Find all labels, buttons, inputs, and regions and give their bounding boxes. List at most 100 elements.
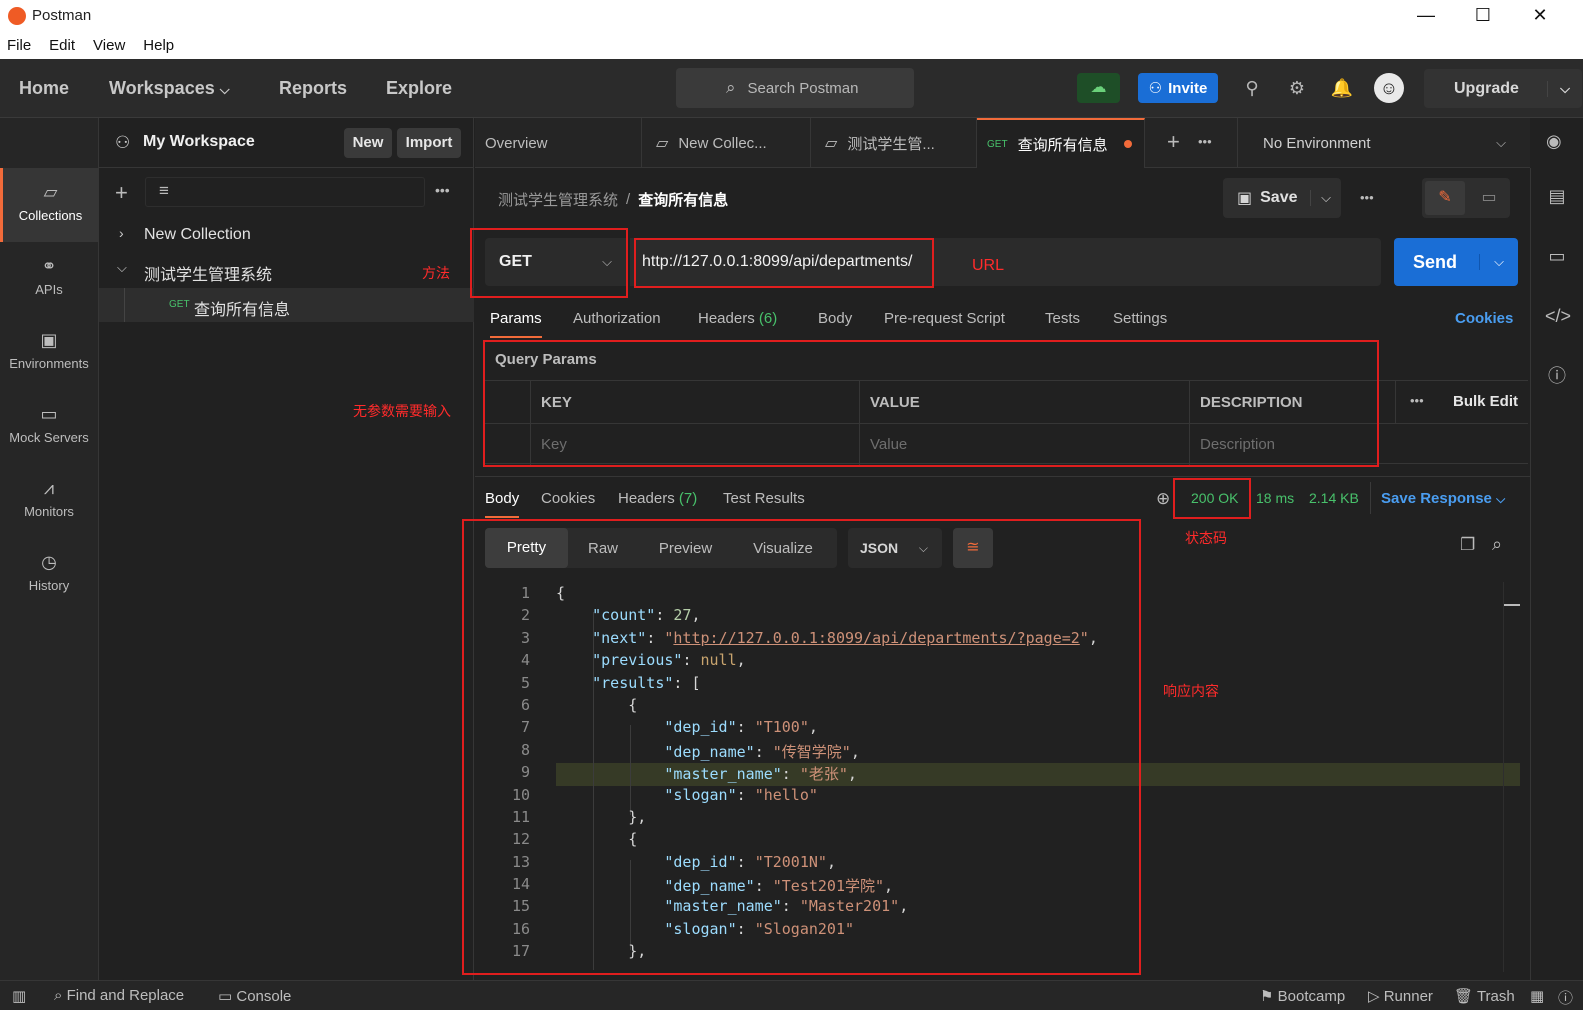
comment-icon[interactable]: ▭ — [1472, 181, 1506, 215]
response-tab-cookies[interactable]: Cookies — [541, 490, 595, 507]
tab-body[interactable]: Body — [818, 310, 852, 327]
tab-overview[interactable]: Overview — [475, 118, 642, 168]
search-icon[interactable]: ⌕ — [1492, 534, 1502, 555]
toggle-sidebar-icon[interactable]: ▥ — [12, 987, 26, 1005]
console-button[interactable]: ▭ Console — [218, 987, 291, 1005]
add-collection-icon[interactable]: + — [115, 180, 128, 206]
cookies-link[interactable]: Cookies — [1455, 310, 1513, 327]
more-tabs-icon[interactable]: ••• — [1198, 134, 1212, 149]
comments-icon[interactable]: ▭ — [1545, 244, 1569, 268]
tab-student-system[interactable]: ▱ 测试学生管... — [811, 118, 977, 168]
sidebar: ⚇ My Workspace New Import + ≡ ••• › New … — [99, 118, 474, 980]
globe-icon[interactable]: ⊕ — [1156, 489, 1170, 509]
save-button[interactable]: ▣ Save ⌵ — [1223, 178, 1341, 218]
chevron-right-icon: › — [119, 225, 124, 241]
mode-toggle: ✎ ▭ — [1422, 178, 1510, 218]
tab-query-all[interactable]: GET 查询所有信息 — [977, 118, 1145, 168]
response-time[interactable]: 18 ms — [1256, 490, 1294, 506]
tab-headers[interactable]: Headers (6) — [698, 310, 777, 327]
tab-new-collection[interactable]: ▱ New Collec... — [642, 118, 811, 168]
edit-pencil-icon[interactable]: ✎ — [1425, 181, 1465, 215]
more-options-icon[interactable]: ••• — [1410, 393, 1424, 408]
nav-home[interactable]: Home — [19, 78, 69, 99]
gear-icon[interactable]: ⚙ — [1285, 76, 1309, 100]
nav-workspaces[interactable]: Workspaces ⌵ — [109, 78, 230, 99]
maximize-button[interactable]: ☐ — [1463, 4, 1503, 28]
layout-icon[interactable]: ▦ — [1530, 987, 1544, 1005]
bell-icon[interactable]: 🔔 — [1330, 76, 1354, 100]
upgrade-button[interactable]: Upgrade ⌵ — [1424, 69, 1582, 108]
satellite-icon[interactable]: ⚲ — [1240, 76, 1264, 100]
search-input[interactable]: ⌕ Search Postman — [676, 68, 914, 108]
workspace-bar: ⚇ My Workspace New Import — [99, 118, 474, 168]
scrollbar-thumb[interactable] — [1504, 604, 1520, 606]
user-icon: ⚇ — [115, 133, 131, 152]
response-size[interactable]: 2.14 KB — [1309, 490, 1359, 506]
trash-button[interactable]: 🗑 Trash — [1454, 987, 1515, 1005]
annotation-box-url — [634, 238, 934, 288]
rail-history[interactable]: ◷ History — [0, 538, 98, 612]
tab-tests[interactable]: Tests — [1045, 310, 1080, 327]
avatar[interactable]: ☺ — [1374, 73, 1404, 103]
tab-params[interactable]: Params — [490, 310, 542, 338]
tab-authorization[interactable]: Authorization — [573, 310, 661, 327]
code-scrollbar[interactable] — [1503, 582, 1519, 972]
environment-select[interactable]: No Environment ⌵ — [1237, 118, 1530, 168]
collection-icon: ▱ — [825, 135, 838, 152]
rail-label: Collections — [18, 208, 83, 223]
search-icon: ⌕ — [54, 987, 63, 1004]
response-tab-headers-label: Headers — [618, 490, 675, 507]
code-icon[interactable]: </> — [1545, 304, 1571, 328]
rail-mock-servers[interactable]: ▭ Mock Servers — [0, 390, 98, 464]
nav-explore[interactable]: Explore — [386, 78, 452, 99]
close-button[interactable]: ✕ — [1520, 4, 1560, 28]
tab-pre-request-script[interactable]: Pre-request Script — [884, 310, 1005, 327]
documentation-icon[interactable]: ▤ — [1545, 184, 1569, 208]
minimize-button[interactable]: — — [1406, 4, 1446, 28]
response-tab-body[interactable]: Body — [485, 490, 520, 518]
breadcrumb-parent[interactable]: 测试学生管理系统 — [498, 189, 618, 210]
menu-file[interactable]: File — [7, 37, 31, 54]
eye-icon[interactable]: ◉ — [1546, 131, 1562, 152]
response-tab-test-results[interactable]: Test Results — [723, 490, 805, 507]
new-tab-icon[interactable]: + — [1167, 129, 1180, 155]
bootcamp-button[interactable]: ⚑ Bootcamp — [1260, 987, 1345, 1005]
more-options-icon[interactable]: ••• — [1360, 190, 1374, 205]
console-label: Console — [236, 988, 292, 1005]
info-icon[interactable]: ⓘ — [1545, 364, 1569, 388]
invite-button[interactable]: ⚇ Invite — [1138, 73, 1218, 103]
menu-help[interactable]: Help — [143, 37, 174, 54]
menu-view[interactable]: View — [93, 37, 125, 54]
history-icon: ◷ — [41, 552, 57, 572]
annotation-params: 无参数需要输入 — [353, 403, 451, 419]
tree-item-student-system[interactable]: ⌵ 测试学生管理系统 — [99, 253, 474, 287]
app-header: Home Workspaces ⌵ Reports Explore ⌕ Sear… — [0, 59, 1583, 118]
chevron-down-icon: ⌵ — [219, 82, 230, 97]
rail-environments[interactable]: ▣ Environments — [0, 316, 98, 390]
bulk-edit-button[interactable]: Bulk Edit — [1453, 393, 1518, 410]
import-button[interactable]: Import — [397, 128, 461, 158]
chevron-down-icon: ⌵ — [1479, 254, 1504, 270]
rail-collections[interactable]: ▱ Collections — [0, 168, 98, 242]
copy-icon[interactable]: ❐ — [1460, 535, 1475, 555]
new-button[interactable]: New — [344, 128, 392, 158]
rail-apis[interactable]: ⚭ APIs — [0, 242, 98, 316]
save-response-button[interactable]: Save Response ⌵ — [1381, 490, 1505, 507]
tree-item-query-all[interactable]: GET 查询所有信息 — [99, 288, 474, 322]
runner-button[interactable]: ▷ Runner — [1368, 987, 1433, 1005]
more-options-icon[interactable]: ••• — [435, 182, 450, 198]
rail-label: APIs — [35, 282, 63, 297]
collection-search-input[interactable] — [145, 177, 425, 207]
sync-status-icon[interactable]: ☁ — [1077, 73, 1120, 103]
tree-item-new-collection[interactable]: › New Collection — [99, 218, 474, 252]
rail-label: Monitors — [24, 504, 74, 519]
nav-reports[interactable]: Reports — [279, 78, 347, 99]
workspace-name[interactable]: My Workspace — [143, 133, 255, 151]
find-replace-button[interactable]: ⌕ Find and Replace — [54, 987, 184, 1004]
tab-settings[interactable]: Settings — [1113, 310, 1167, 327]
rail-monitors[interactable]: ⩘ Monitors — [0, 464, 98, 538]
help-icon[interactable]: ⓘ — [1558, 987, 1573, 1008]
send-button[interactable]: Send ⌵ — [1394, 238, 1518, 286]
response-tab-headers[interactable]: Headers (7) — [618, 490, 697, 507]
menu-edit[interactable]: Edit — [49, 37, 75, 54]
